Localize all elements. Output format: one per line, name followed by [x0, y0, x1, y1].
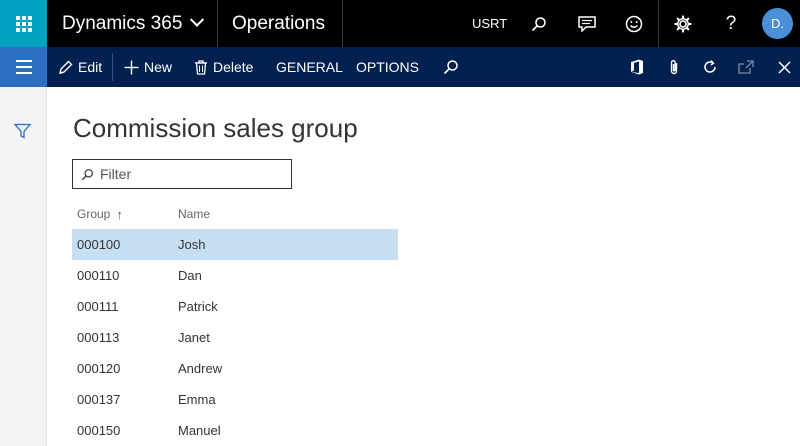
attachments-button[interactable]: [661, 47, 687, 87]
action-search-button[interactable]: [438, 47, 464, 87]
filter-input[interactable]: [100, 166, 280, 182]
company-picker[interactable]: USRT: [472, 0, 507, 47]
avatar[interactable]: D.: [762, 8, 793, 39]
commission-group-grid: Group ↑ Name 000100 Josh 000110 Dan 0001…: [72, 199, 398, 446]
group-cell: 000113: [77, 330, 120, 345]
divider: [217, 0, 218, 47]
message-icon: [578, 15, 596, 32]
search-icon: [81, 168, 94, 180]
plus-icon: [124, 60, 139, 74]
grid-header: Group ↑ Name: [72, 199, 398, 229]
page-title: Commission sales group: [73, 113, 358, 143]
app-launcher-button[interactable]: [0, 0, 47, 47]
name-cell: Patrick: [178, 299, 218, 314]
pencil-icon: [59, 60, 73, 74]
open-new-window-button[interactable]: [733, 47, 759, 87]
name-cell: Manuel: [178, 423, 221, 438]
name-cell: Janet: [178, 330, 210, 345]
delete-label: Delete: [213, 59, 254, 75]
delete-button[interactable]: Delete: [194, 47, 253, 87]
help-button[interactable]: ?: [716, 0, 746, 47]
refresh-button[interactable]: [697, 47, 723, 87]
column-header-name[interactable]: Name: [178, 207, 398, 221]
table-row[interactable]: 000120 Andrew: [72, 353, 398, 384]
refresh-icon: [704, 60, 716, 73]
table-row[interactable]: 000113 Janet: [72, 322, 398, 353]
tab-general[interactable]: GENERAL: [276, 47, 343, 87]
close-button[interactable]: [771, 47, 797, 87]
name-cell: Josh: [178, 237, 206, 252]
chevron-down-icon: [190, 12, 205, 27]
column-header-group[interactable]: Group ↑: [72, 207, 178, 222]
messages-button[interactable]: [572, 0, 602, 47]
gear-icon: [674, 14, 692, 33]
edit-button[interactable]: Edit: [58, 47, 102, 87]
navigation-menu-button[interactable]: [0, 47, 47, 87]
search-icon: [531, 16, 546, 31]
divider: [658, 0, 659, 47]
top-navigation-bar: Dynamics 365 Operations USRT ? D.: [0, 0, 800, 47]
divider: [112, 53, 113, 81]
waffle-icon: [15, 15, 32, 32]
group-cell: 000150: [77, 423, 121, 438]
sort-ascending-icon: ↑: [116, 206, 123, 222]
settings-button[interactable]: [668, 0, 698, 47]
feedback-button[interactable]: [619, 0, 649, 47]
search-icon: [443, 60, 458, 75]
filter-field[interactable]: [72, 159, 292, 189]
group-cell: 000120: [77, 361, 121, 376]
hamburger-icon: [15, 60, 32, 62]
trash-icon: [195, 59, 207, 75]
table-row[interactable]: 000100 Josh: [72, 229, 398, 260]
table-row[interactable]: 000150 Manuel: [72, 415, 398, 446]
group-cell: 000100: [77, 237, 121, 252]
office-icon: [631, 59, 643, 75]
brand-menu[interactable]: Dynamics 365: [62, 0, 205, 47]
divider: [342, 0, 343, 47]
show-filters-button[interactable]: [13, 123, 32, 144]
table-row[interactable]: 000137 Emma: [72, 384, 398, 415]
table-row[interactable]: 000110 Dan: [72, 260, 398, 291]
office-button[interactable]: [624, 47, 650, 87]
name-cell: Andrew: [178, 361, 223, 376]
group-cell: 000137: [77, 392, 121, 407]
name-cell: Dan: [178, 268, 202, 283]
smiley-icon: [625, 15, 643, 32]
new-button[interactable]: New: [124, 47, 172, 87]
close-icon: [777, 60, 791, 74]
name-cell: Emma: [178, 392, 216, 407]
tab-options[interactable]: OPTIONS: [356, 47, 419, 87]
table-row[interactable]: 000111 Patrick: [72, 291, 398, 322]
filter-pane-strip: [0, 87, 47, 446]
new-label: New: [144, 59, 173, 75]
help-icon: ?: [725, 12, 737, 34]
funnel-icon: [13, 123, 32, 139]
paperclip-icon: [670, 59, 678, 74]
group-cell: 000110: [77, 268, 120, 283]
group-cell: 000111: [77, 299, 119, 314]
search-button[interactable]: [524, 0, 554, 47]
action-pane: Edit New Delete GENERAL OPTIONS: [0, 47, 800, 87]
popout-icon: [738, 60, 754, 74]
column-header-label: Group: [77, 207, 111, 221]
edit-label: Edit: [78, 59, 103, 75]
brand-label: Dynamics 365: [62, 12, 183, 34]
module-title[interactable]: Operations: [232, 0, 325, 47]
